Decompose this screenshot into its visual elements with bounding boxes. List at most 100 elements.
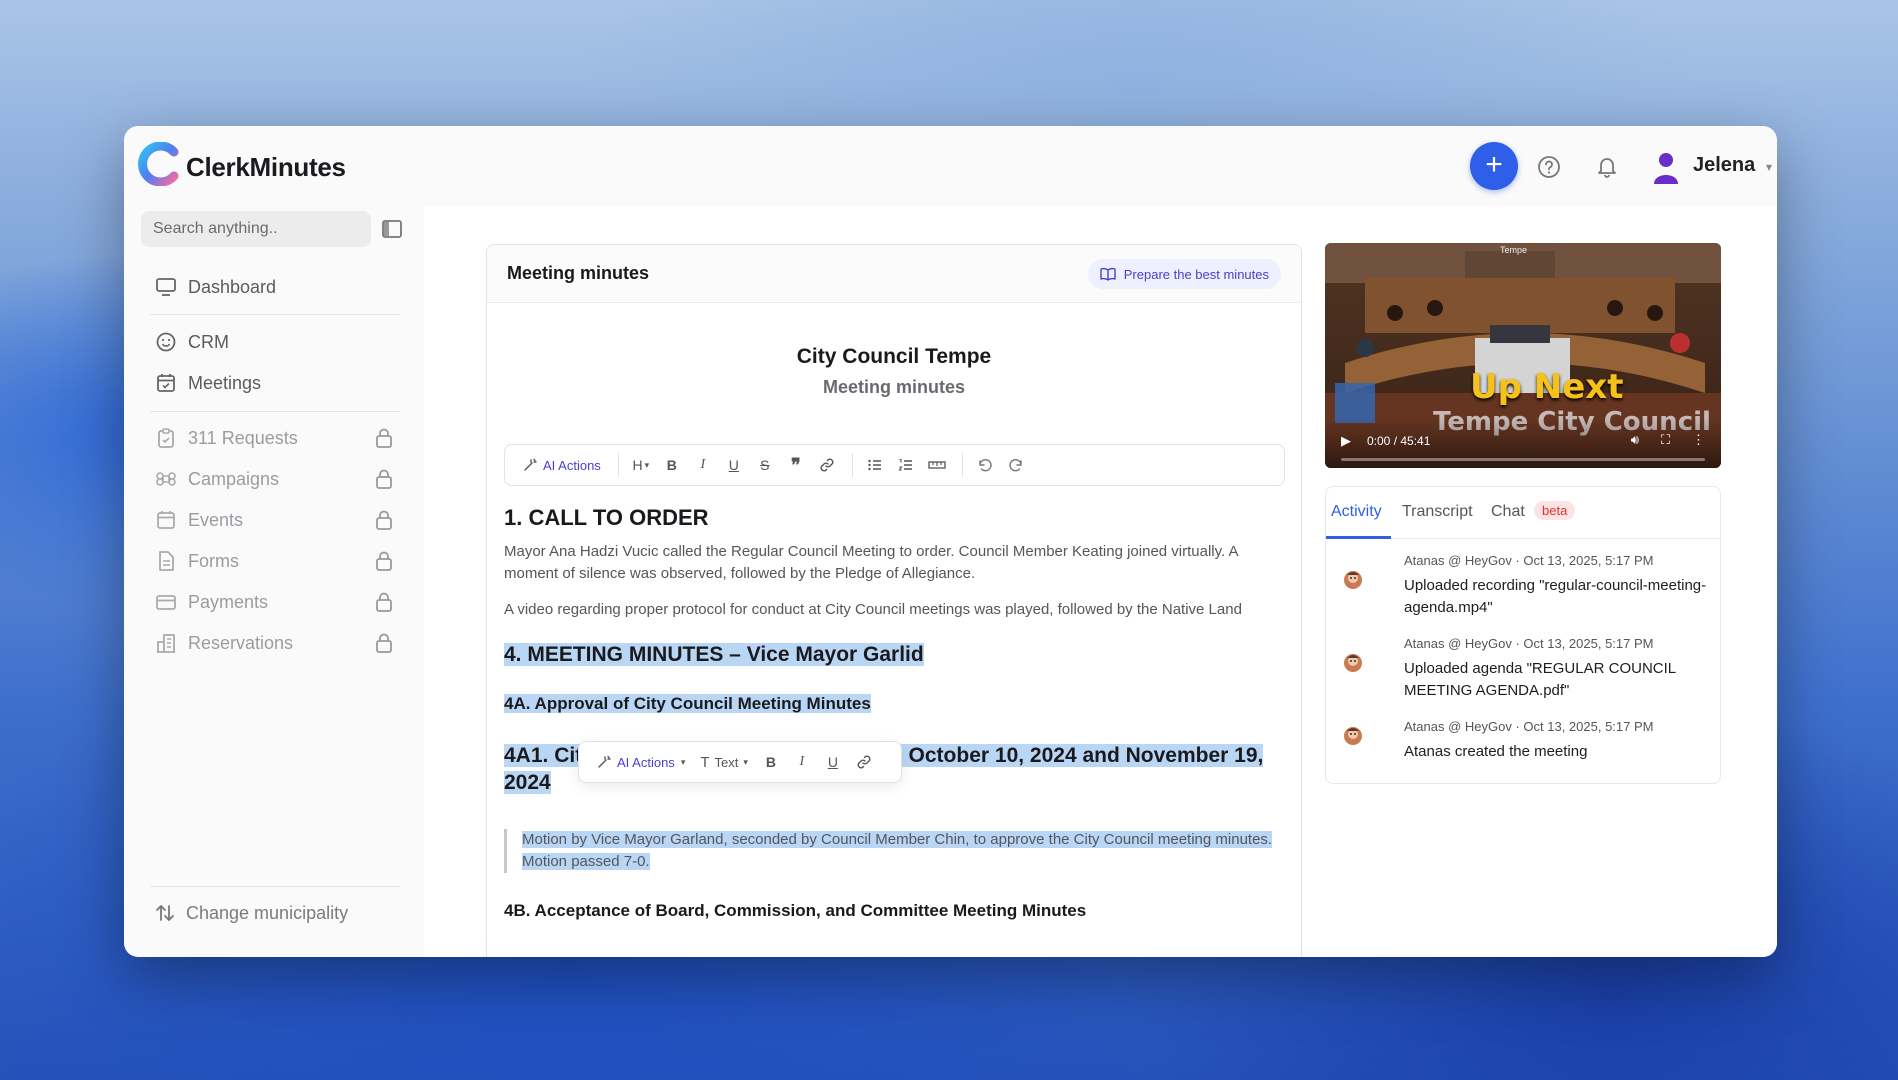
- lock-icon: [376, 633, 392, 653]
- notifications-bell-icon[interactable]: [1594, 153, 1620, 179]
- sidebar-item-label: Reservations: [188, 632, 294, 653]
- sidebar-item-campaigns[interactable]: Campaigns: [154, 464, 394, 494]
- tab-transcript[interactable]: Transcript: [1402, 503, 1473, 521]
- redo-icon[interactable]: [1002, 451, 1030, 479]
- user-avatar-icon: [1344, 727, 1362, 745]
- sidebar-item-dashboard[interactable]: Dashboard: [154, 272, 394, 302]
- italic-icon[interactable]: I: [788, 748, 816, 776]
- italic-icon[interactable]: I: [689, 451, 717, 479]
- meeting-video-player[interactable]: Tempe Up Next Tempe City Council ▶ 0:00 …: [1325, 243, 1721, 468]
- underline-icon[interactable]: U: [720, 451, 748, 479]
- change-municipality-button[interactable]: Change municipality: [154, 902, 348, 924]
- building-icon: [154, 631, 178, 655]
- swap-arrows-icon: [156, 905, 174, 921]
- bold-icon[interactable]: B: [757, 748, 785, 776]
- sidebar-divider: [150, 314, 400, 315]
- smile-icon: [154, 330, 178, 354]
- sidebar-item-label: Campaigns: [188, 468, 280, 489]
- video-up-next: Up Next: [1470, 367, 1624, 407]
- selected-text: Motion by Vice Mayor Garland, seconded b…: [522, 831, 1273, 870]
- bullet-list-icon[interactable]: [861, 451, 889, 479]
- active-tab-indicator: [1326, 536, 1391, 539]
- selected-text: 4. MEETING MINUTES – Vice Mayor Garlid: [504, 643, 924, 666]
- heading-dropdown[interactable]: H ▾: [627, 451, 655, 479]
- change-municipality-label: Change municipality: [186, 902, 349, 923]
- sidebar-item-label: Forms: [188, 550, 239, 571]
- numbered-list-icon[interactable]: [892, 451, 920, 479]
- magic-wand-icon: [524, 458, 537, 471]
- magic-wand-icon: [598, 755, 611, 768]
- video-banner: Tempe: [1500, 245, 1528, 255]
- text-style-dropdown[interactable]: T Text ▾: [700, 748, 748, 776]
- link-icon[interactable]: [850, 748, 878, 776]
- activity-meta: Atanas @ HeyGov · Oct 13, 2025, 5:17 PM: [1404, 636, 1654, 651]
- chevron-down-icon: ▾: [644, 459, 650, 470]
- sidebar-item-events[interactable]: Events: [154, 505, 394, 535]
- brand-name: ClerkMinutes: [186, 152, 346, 182]
- bold-icon[interactable]: B: [658, 451, 686, 479]
- play-icon[interactable]: ▶: [1341, 433, 1351, 449]
- lock-icon: [376, 592, 392, 612]
- heading-acceptance-minutes[interactable]: 4B. Acceptance of Board, Commission, and…: [504, 901, 1086, 921]
- monitor-icon: [154, 275, 178, 299]
- calendar-check-icon: [154, 371, 178, 395]
- user-avatar[interactable]: [1651, 150, 1681, 184]
- blockquote-motion[interactable]: Motion by Vice Mayor Garland, seconded b…: [504, 829, 1284, 873]
- sidebar-item-crm[interactable]: CRM: [154, 327, 394, 357]
- paragraph-call-to-order[interactable]: Mayor Ana Hadzi Vucic called the Regular…: [504, 541, 1284, 585]
- activity-panel: Activity Transcript Chat beta Atanas @ H…: [1325, 486, 1721, 784]
- sidebar-item-label: Events: [188, 509, 244, 530]
- heading-call-to-order[interactable]: 1. CALL TO ORDER: [504, 505, 709, 531]
- paragraph-video-protocol[interactable]: A video regarding proper protocol for co…: [504, 599, 1284, 621]
- selection-toolbar: AI Actions ▾ T Text ▾ B I U: [578, 741, 902, 783]
- sidebar-collapse-icon[interactable]: [381, 218, 403, 240]
- quote-icon[interactable]: ❞: [782, 451, 810, 479]
- sidebar-item-payments[interactable]: Payments: [154, 587, 394, 617]
- beta-badge: beta: [1534, 501, 1576, 520]
- user-menu-caret-icon[interactable]: ▾: [1766, 160, 1772, 174]
- tab-activity[interactable]: Activity: [1331, 503, 1382, 521]
- heading-approval-minutes[interactable]: 4A. Approval of City Council Meeting Min…: [504, 694, 871, 714]
- fullscreen-icon[interactable]: ⛶: [1661, 432, 1670, 448]
- sidebar-item-meetings[interactable]: Meetings: [154, 368, 394, 398]
- link-icon[interactable]: [813, 451, 841, 479]
- document-icon: [154, 549, 178, 573]
- help-icon[interactable]: [1536, 154, 1562, 180]
- top-bar: ClerkMinutes + Jelena ▾: [124, 126, 1777, 206]
- ai-actions-label: AI Actions: [617, 754, 675, 770]
- volume-icon[interactable]: 🔊︎: [1631, 432, 1639, 448]
- activity-text: Uploaded recording "regular-council-meet…: [1404, 577, 1707, 616]
- activity-text: Uploaded agenda "REGULAR COUNCIL MEETING…: [1404, 660, 1676, 699]
- prepare-best-minutes-button[interactable]: Prepare the best minutes: [1087, 259, 1281, 289]
- more-options-icon[interactable]: ⋮: [1692, 432, 1705, 448]
- strikethrough-icon[interactable]: S: [751, 451, 779, 479]
- sidebar-item-label: CRM: [188, 331, 229, 352]
- lock-icon: [376, 469, 392, 489]
- ai-actions-button[interactable]: AI Actions: [517, 451, 607, 479]
- undo-icon[interactable]: [971, 451, 999, 479]
- clerkminutes-logo: [138, 142, 179, 186]
- sidebar-item-forms[interactable]: Forms: [154, 546, 394, 576]
- activity-text: Atanas created the meeting: [1404, 743, 1588, 760]
- add-button[interactable]: +: [1470, 142, 1518, 190]
- video-right-controls: 🔊︎ ⛶ ⋮: [1631, 432, 1705, 448]
- editor-toolbar: AI Actions H ▾ B I U S ❞: [504, 444, 1285, 486]
- document-subtitle: Meeting minutes: [822, 377, 965, 397]
- video-progress-bar[interactable]: [1341, 458, 1705, 461]
- command-icon: [154, 467, 178, 491]
- sidebar-item-311-requests[interactable]: 311 Requests: [154, 423, 394, 453]
- text-style-label: Text: [714, 754, 739, 770]
- tab-chat[interactable]: Chat: [1491, 503, 1525, 521]
- underline-icon[interactable]: U: [819, 748, 847, 776]
- ai-actions-dropdown[interactable]: AI Actions ▾: [591, 748, 691, 776]
- heading-meeting-minutes[interactable]: 4. MEETING MINUTES – Vice Mayor Garlid: [504, 643, 924, 667]
- text-type-icon: T: [700, 753, 710, 771]
- document-title: City Council Tempe: [796, 345, 992, 368]
- search-input[interactable]: Search anything..: [141, 211, 371, 247]
- sidebar-item-reservations[interactable]: Reservations: [154, 628, 394, 658]
- user-name[interactable]: Jelena: [1693, 154, 1755, 177]
- chevron-down-icon: ▾: [743, 756, 748, 767]
- horizontal-rule-icon[interactable]: [923, 451, 951, 479]
- lock-icon: [376, 551, 392, 571]
- app-window: ClerkMinutes + Jelena ▾ Search anything.…: [124, 126, 1777, 957]
